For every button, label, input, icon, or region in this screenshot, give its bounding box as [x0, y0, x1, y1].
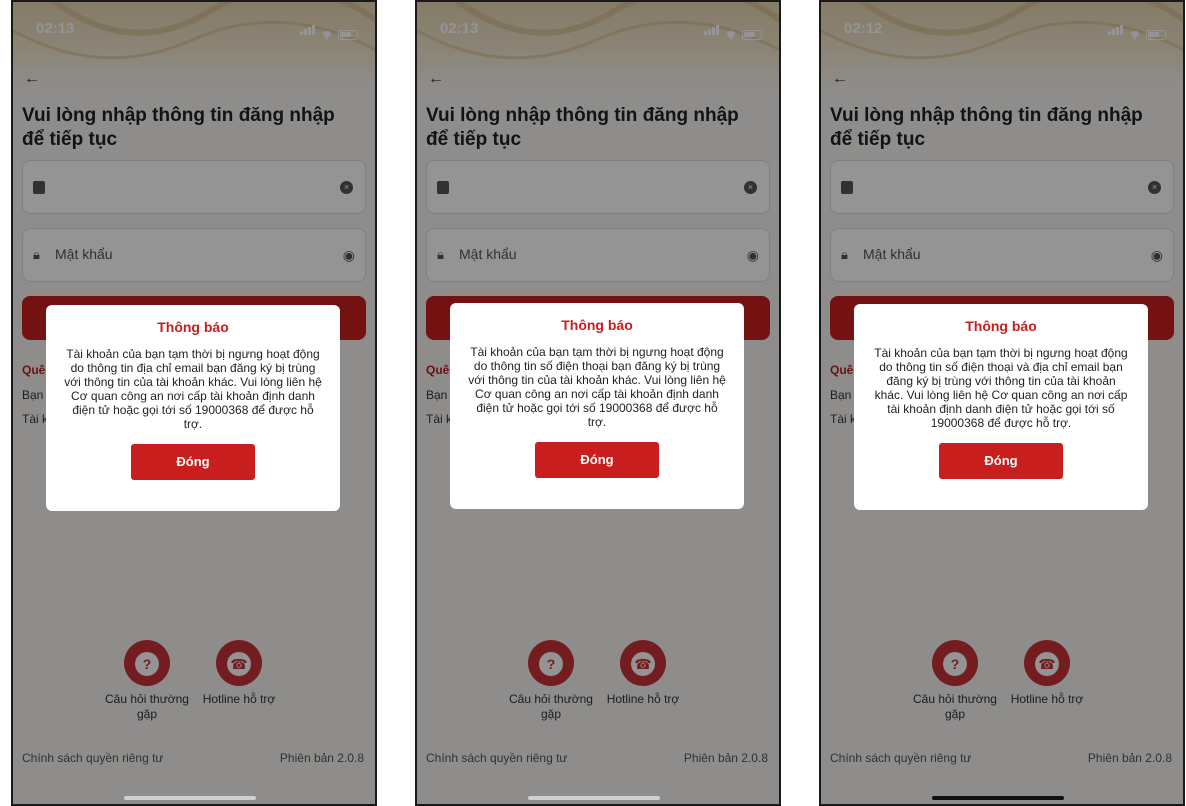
notice-dialog: Thông báo Tài khoản của bạn tạm thời bị … [46, 305, 340, 511]
phone-screen-1: 02:13 ← Vui lòng nhập thông tin đăng nhậ… [12, 0, 376, 806]
home-indicator [932, 796, 1064, 800]
dialog-message: Tài khoản của bạn tạm thời bị ngưng hoạt… [874, 346, 1128, 430]
dialog-title: Thông báo [965, 318, 1037, 334]
dialog-title: Thông báo [561, 317, 633, 333]
dialog-message: Tài khoản của bạn tạm thời bị ngưng hoạt… [64, 347, 322, 431]
home-indicator [124, 796, 256, 800]
notice-dialog: Thông báo Tài khoản của bạn tạm thời bị … [854, 304, 1148, 510]
close-button[interactable]: Đóng [131, 444, 255, 480]
home-indicator [528, 796, 660, 800]
dialog-title: Thông báo [157, 319, 229, 335]
close-button[interactable]: Đóng [535, 442, 659, 478]
notice-dialog: Thông báo Tài khoản của bạn tạm thời bị … [450, 303, 744, 509]
dialog-message: Tài khoản của bạn tạm thời bị ngưng hoạt… [468, 345, 726, 429]
close-button[interactable]: Đóng [939, 443, 1063, 479]
phone-screen-3: 02:12 ← Vui lòng nhập thông tin đăng nhậ… [820, 0, 1184, 806]
phone-screen-2: 02:13 ← Vui lòng nhập thông tin đăng nhậ… [416, 0, 780, 806]
